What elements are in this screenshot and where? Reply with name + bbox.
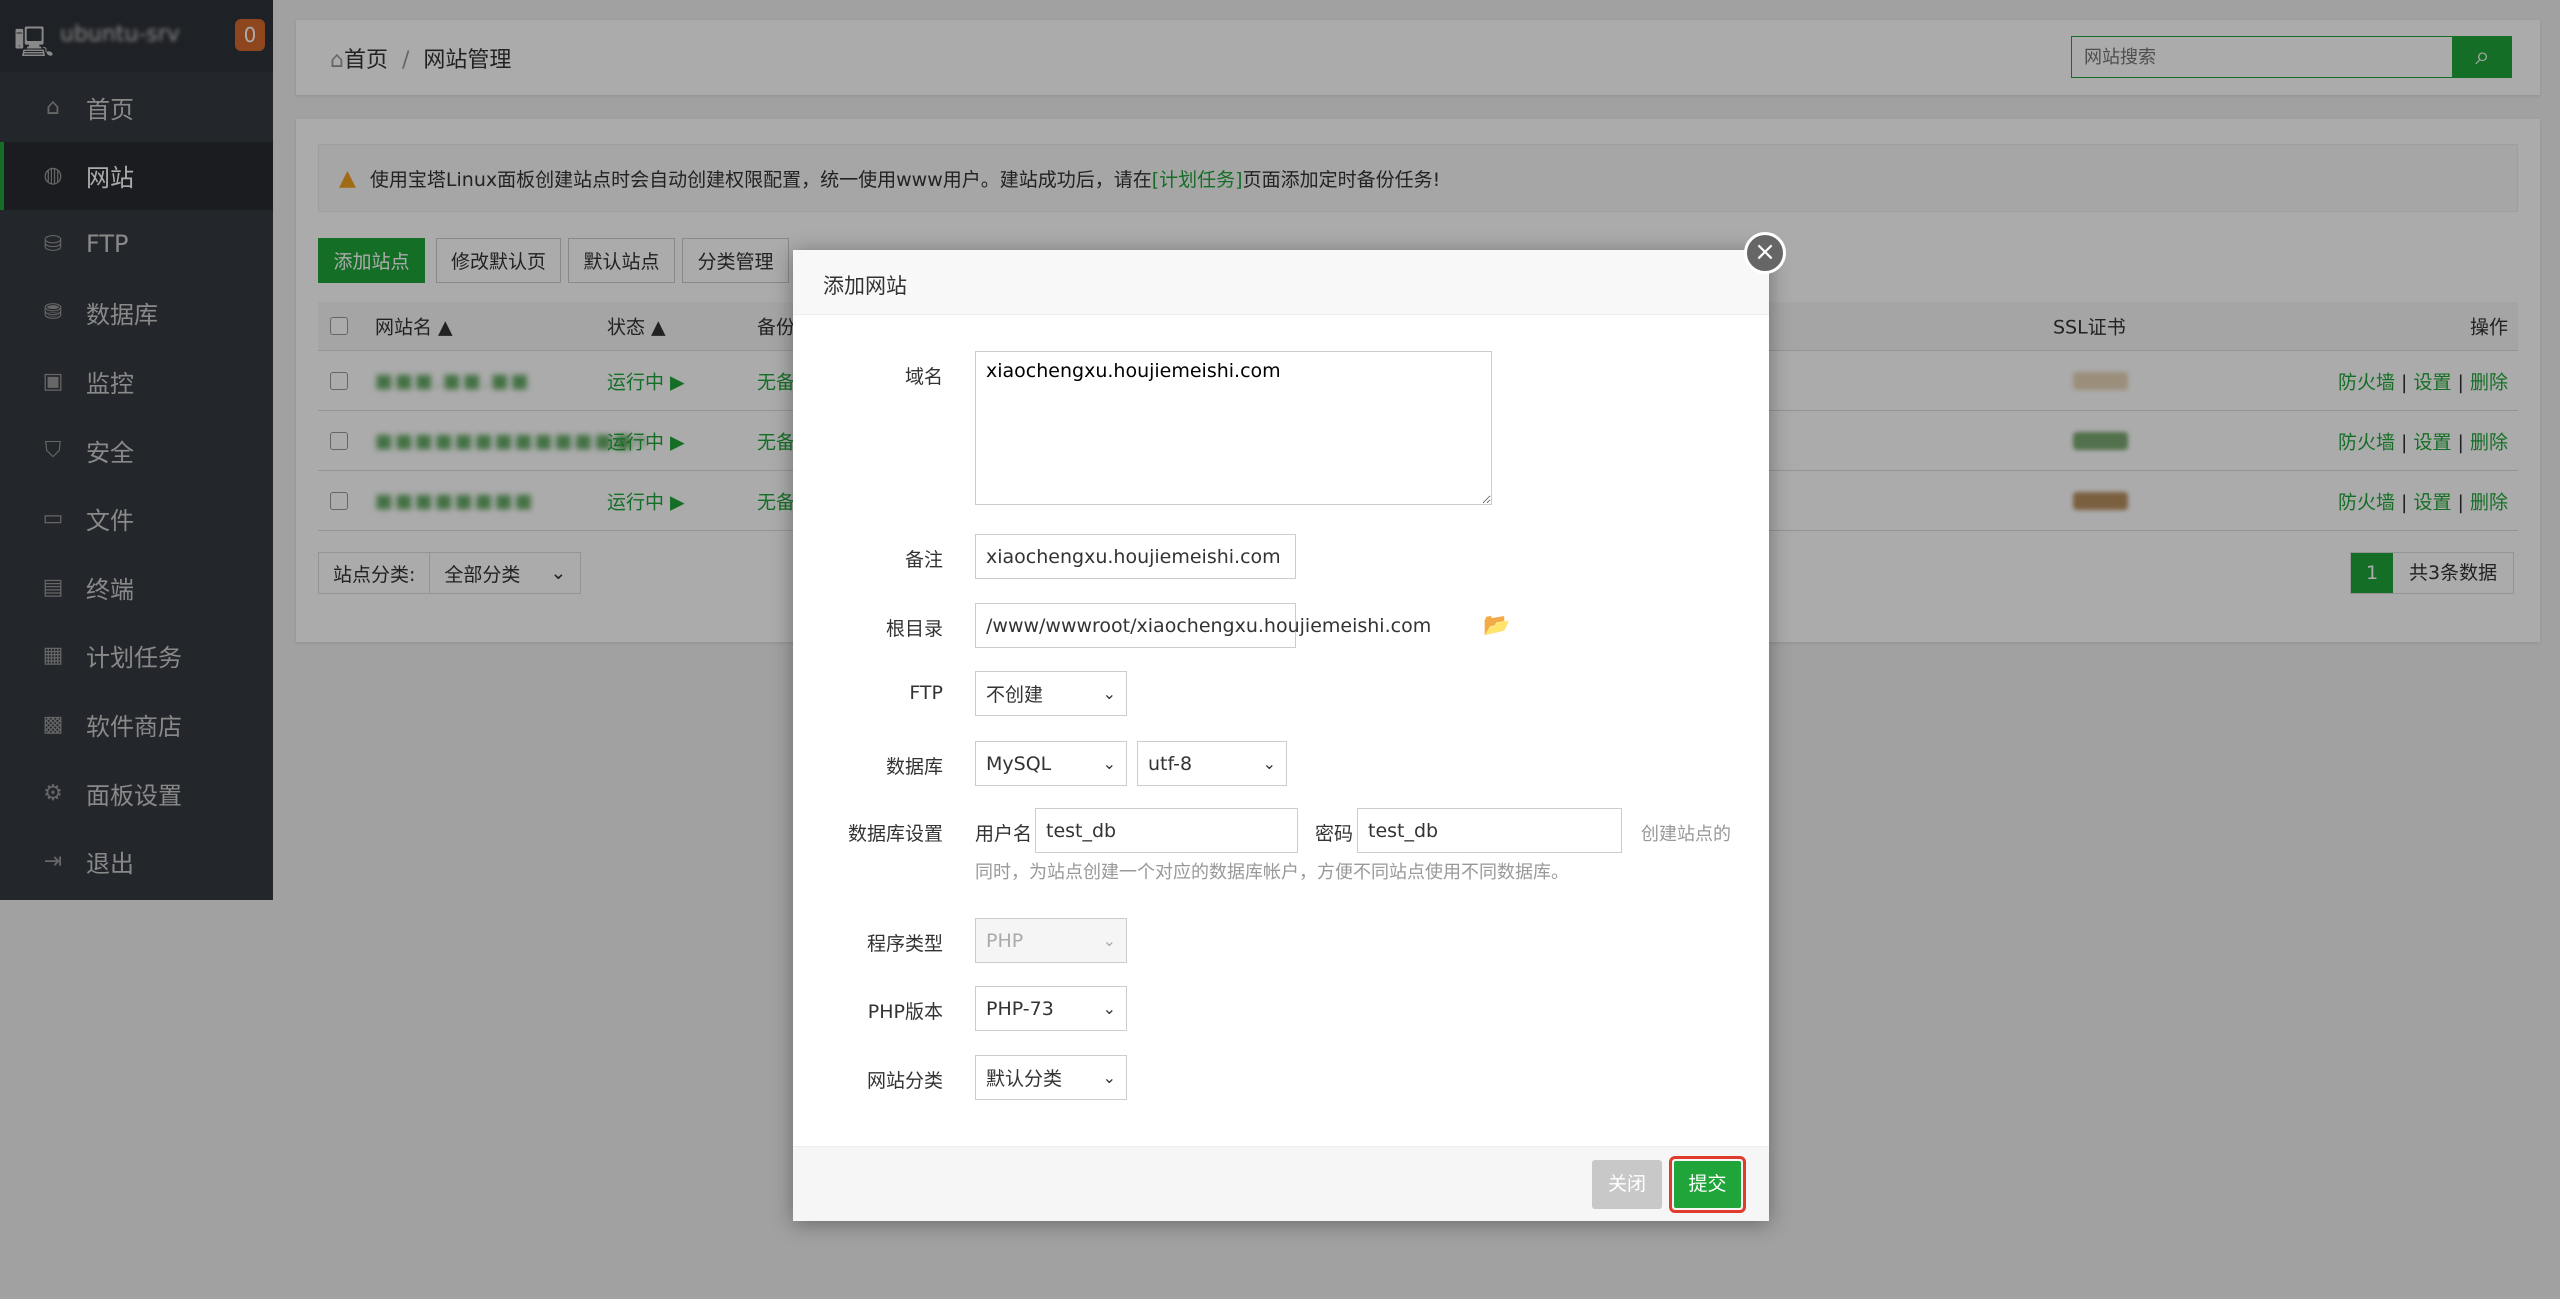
database-label: 数据库 [885,756,943,778]
php-version-select[interactable]: PHP-73 ⌄ [975,986,1127,1031]
site-category-value: 默认分类 [986,1068,1063,1090]
dialog-footer: 关闭 提交 [793,1146,1769,1221]
close-button[interactable]: 关闭 [1592,1160,1662,1209]
program-type-label: 程序类型 [866,933,943,955]
program-type-select: PHP ⌄ [975,918,1127,963]
charset-value: utf-8 [1148,752,1193,775]
chevron-down-icon: ⌄ [1102,931,1116,950]
db-hint: 创建站点的 [1641,824,1731,845]
dialog-title: 添加网站 [793,250,1769,315]
chevron-down-icon: ⌄ [1102,999,1116,1018]
ftp-select[interactable]: 不创建 ⌄ [975,671,1127,716]
php-version-label: PHP版本 [867,1001,943,1023]
chevron-down-icon: ⌄ [1102,1068,1116,1087]
db-pass-input[interactable]: test_db [1357,808,1622,853]
submit-button[interactable]: 提交 [1674,1161,1741,1208]
close-icon[interactable]: × [1744,232,1786,274]
submit-button-highlight[interactable]: 提交 [1669,1156,1746,1213]
db-user-input[interactable]: test_db [1035,808,1298,853]
db-pass-label: 密码 [1315,823,1354,845]
database-type-value: MySQL [986,752,1052,775]
remark-input[interactable]: xiaochengxu.houjiemeishi.com [975,534,1296,579]
remark-label: 备注 [904,549,943,571]
root-dir-input[interactable]: /www/wwwroot/xiaochengxu.houjiemeishi.co… [975,603,1431,648]
root-label: 根目录 [885,618,943,640]
charset-select[interactable]: utf-8 ⌄ [1137,741,1287,786]
domain-label: 域名 [904,366,943,388]
program-type-value: PHP [986,929,1024,952]
site-category-label: 网站分类 [866,1070,943,1092]
chevron-down-icon: ⌄ [1102,684,1116,703]
db-hint-continued: 同时，为站点创建一个对应的数据库帐户，方便不同站点使用不同数据库。 [975,862,1569,883]
database-type-select[interactable]: MySQL ⌄ [975,741,1127,786]
php-version-value: PHP-73 [986,997,1054,1020]
db-user-label: 用户名 [975,823,1033,845]
ftp-label: FTP [909,682,943,704]
folder-open-icon[interactable]: 📂 [1483,613,1510,638]
ftp-value: 不创建 [986,684,1044,706]
chevron-down-icon: ⌄ [1102,754,1116,773]
db-settings-label: 数据库设置 [847,823,943,845]
chevron-down-icon: ⌄ [1262,754,1276,773]
domain-textarea[interactable]: xiaochengxu.houjiemeishi.com [975,351,1492,505]
site-category-select[interactable]: 默认分类 ⌄ [975,1055,1127,1100]
add-site-dialog: 添加网站 × 域名 xiaochengxu.houjiemeishi.com 备… [793,232,1786,1221]
